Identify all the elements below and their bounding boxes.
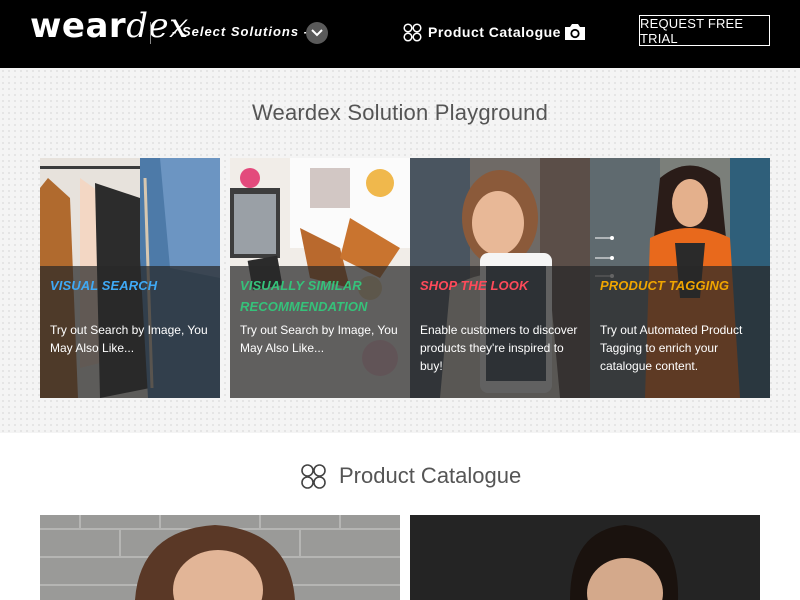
man-portrait-image [410,515,760,600]
card-title: VISUAL SEARCH [50,278,158,293]
select-solutions-label[interactable]: - Select Solutions - [172,24,309,39]
top-navbar: weardex - Select Solutions - Product Cat… [0,0,800,68]
catalogue-title: Product Catalogue [339,463,522,488]
chevron-down-icon [311,29,323,37]
woman-portrait-image [40,515,400,600]
product-catalogue-heading: Product Catalogue [300,460,521,492]
product-catalogue-label: Product Catalogue [428,24,561,40]
catalogue-item-card[interactable] [40,515,400,600]
card-description: Try out Automated Product Tagging to enr… [600,323,743,373]
card-description: Try out Search by Image, You May Also Li… [50,323,208,355]
four-circles-icon [301,463,326,489]
weardex-logo[interactable]: weardex [30,6,189,46]
visual-search-card[interactable]: VISUAL SEARCH Try out Search by Image, Y… [40,158,220,398]
shop-the-look-card[interactable]: SHOP THE LOOK Enable customers to discov… [410,158,590,398]
card-description: Enable customers to discover products th… [420,323,578,373]
four-circles-icon [403,22,422,42]
playground-title: Weardex Solution Playground [251,100,549,125]
product-catalogue-link[interactable]: Product Catalogue [403,20,587,44]
logo-divider [150,22,151,44]
select-solutions-toggle[interactable] [306,22,328,44]
card-title: PRODUCT TAGGING [600,278,730,293]
card-title: SHOP THE LOOK [420,278,529,293]
product-tagging-card[interactable]: PRODUCT TAGGING Try out Automated Produc… [590,158,770,398]
catalogue-item-card[interactable] [410,515,760,600]
card-description: Try out Search by Image, You May Also Li… [240,323,398,355]
visually-similar-card[interactable]: VISUALLY SIMILAR RECOMMENDATION Try out … [230,158,410,398]
solution-playground-section: Weardex Solution Playground VISUAL SEARC… [0,68,800,433]
card-title: VISUALLY SIMILAR RECOMMENDATION [240,278,368,314]
request-free-trial-button[interactable]: REQUEST FREE TRIAL [639,15,770,46]
logo-text-wear: wear [30,6,127,46]
camera-icon[interactable] [563,22,587,42]
